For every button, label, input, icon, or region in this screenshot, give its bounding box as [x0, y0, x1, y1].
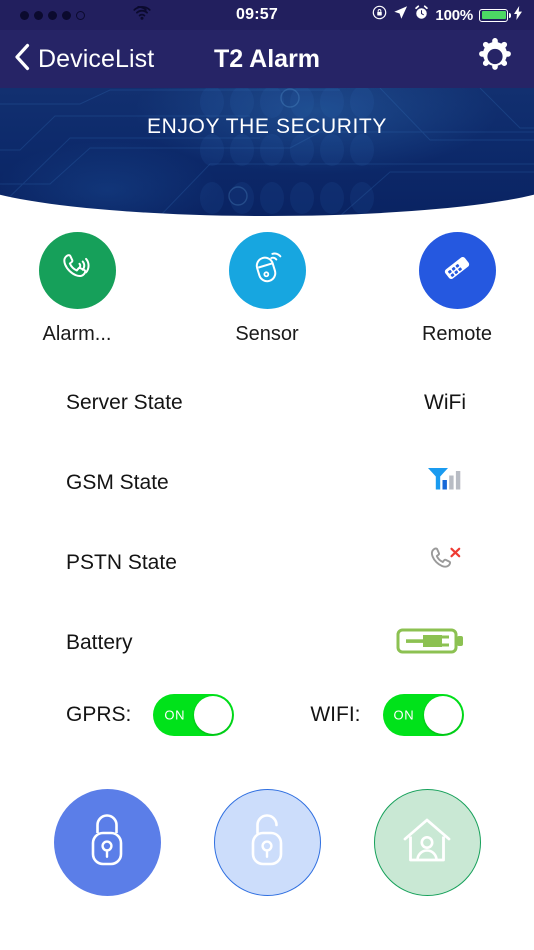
quick-actions-row: Alarm... Sensor Remote [0, 232, 534, 346]
phone-ringing-icon [56, 247, 98, 294]
disarm-button[interactable] [213, 789, 321, 896]
status-row-value [396, 624, 466, 662]
home-arm-button[interactable] [373, 789, 481, 896]
home-person-icon [397, 810, 457, 875]
hero-banner: ENJOY THE SECURITY [0, 88, 534, 216]
padlock-unlocked-icon [239, 809, 295, 876]
status-row-label: PSTN State [66, 551, 177, 574]
gprs-toggle-group: GPRS: ON [66, 694, 235, 736]
gprs-label: GPRS: [66, 703, 132, 726]
wifi-icon [132, 5, 152, 25]
navigation-bar: DeviceList T2 Alarm [0, 30, 534, 88]
status-bar: 09:57 100% [0, 0, 534, 30]
quick-action-label: Sensor [235, 323, 299, 345]
gear-icon [474, 38, 516, 82]
signal-dot [62, 10, 71, 20]
toggle-knob [423, 696, 462, 734]
gprs-toggle[interactable]: ON [153, 694, 235, 736]
status-row-server-state: Server State WiFi [0, 363, 534, 443]
quick-action-label: Remote [421, 323, 493, 345]
padlock-locked-icon [79, 809, 135, 876]
location-arrow-icon [393, 5, 408, 25]
remote-control-icon [436, 247, 478, 294]
battery-percent: 100% [435, 6, 473, 24]
status-row-label: Battery [66, 631, 133, 654]
status-row-value [406, 464, 466, 502]
signal-dot [34, 10, 43, 20]
lightning-bolt-icon [514, 5, 522, 25]
phone-disconnected-icon [426, 542, 466, 584]
signal-dot-empty [76, 10, 85, 20]
quick-action-sensor[interactable]: Sensor [200, 232, 334, 346]
back-button[interactable]: DeviceList [0, 43, 154, 76]
remote-button-circle[interactable] [418, 232, 496, 309]
wifi-toggle[interactable]: ON [382, 694, 464, 736]
status-bar-left [0, 5, 180, 25]
gsm-signal-bars-icon [426, 464, 466, 502]
alarm-clock-icon [414, 5, 429, 25]
wifi-label: WIFI: [310, 703, 361, 726]
quick-action-alarm[interactable]: Alarm... [10, 232, 144, 346]
gprs-toggle-state: ON [164, 707, 186, 723]
wifi-toggle-state: ON [393, 707, 415, 723]
wifi-toggle-group: WIFI: ON [310, 694, 464, 736]
signal-dot [20, 10, 29, 20]
status-row-label: Server State [66, 391, 183, 414]
arm-away-button[interactable] [53, 789, 161, 896]
status-row-value [406, 542, 466, 584]
status-row-value: WiFi [424, 391, 466, 414]
quick-action-label: Alarm... [42, 323, 112, 345]
toggle-knob [194, 696, 233, 734]
status-row-gsm-state: GSM State [0, 443, 534, 523]
quick-action-remote[interactable]: Remote [390, 232, 524, 346]
battery-charging-icon [396, 624, 466, 662]
back-button-label: DeviceList [38, 44, 155, 73]
status-row-pstn-state: PSTN State [0, 523, 534, 603]
battery-full-icon [479, 8, 511, 22]
arm-buttons-row [0, 789, 534, 896]
status-bar-right: 100% [334, 5, 534, 25]
signal-dot [48, 10, 57, 20]
status-list: Server State WiFi GSM State PSTN State B… [0, 363, 534, 683]
sensor-button-circle[interactable] [228, 232, 306, 309]
toggle-row: GPRS: ON WIFI: ON [0, 683, 534, 747]
app-screen: 09:57 100% DeviceList T2 Alarm ENJOY THE… [0, 0, 534, 950]
banner-title: ENJOY THE SECURITY [147, 115, 387, 138]
alarm-button-circle[interactable] [38, 232, 116, 309]
status-row-battery: Battery [0, 603, 534, 683]
status-bar-time: 09:57 [236, 6, 278, 23]
motion-sensor-icon [246, 247, 288, 294]
rotation-lock-icon [372, 5, 387, 25]
chevron-left-icon [14, 43, 30, 76]
settings-button[interactable] [474, 36, 516, 83]
status-row-label: GSM State [66, 471, 169, 494]
